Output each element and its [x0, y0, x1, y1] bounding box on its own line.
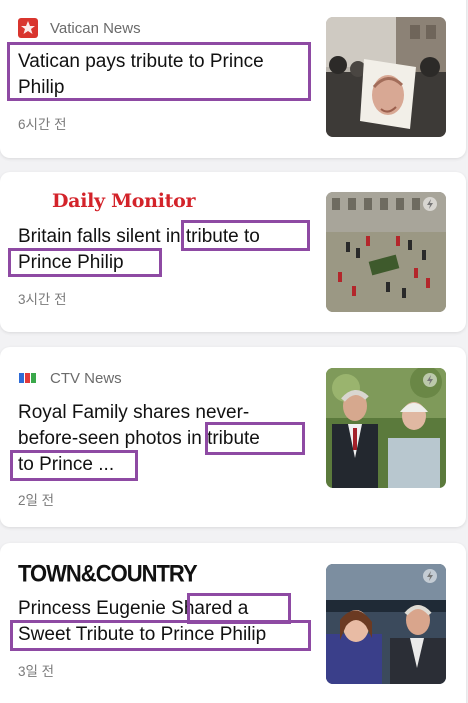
town-and-country-logo: TOWN&COUNTRY	[18, 559, 198, 587]
timestamp: 3시간 전	[18, 292, 67, 307]
vatican-news-icon	[18, 18, 38, 38]
headline-line: Prince Philip	[18, 252, 124, 273]
timestamp: 3일 전	[18, 664, 55, 679]
source-row: CTV News	[18, 368, 122, 388]
ctv-news-icon	[18, 368, 38, 388]
source-row: Daily Monitor	[52, 190, 196, 212]
news-card[interactable]: Daily Monitor Britain falls silent in tr…	[0, 172, 466, 332]
headline-line: Vatican pays tribute to Prince	[18, 51, 264, 72]
news-card[interactable]: TOWN&COUNTRY Princess Eugenie Shared a S…	[0, 543, 466, 703]
headline[interactable]: Princess Eugenie Shared a Sweet Tribute …	[18, 596, 314, 648]
source-name: CTV News	[50, 369, 122, 387]
headline-line: Princess Eugenie Shared a	[18, 598, 249, 619]
headline-line: to Prince ...	[18, 454, 115, 475]
source-row: TOWN&COUNTRY	[18, 560, 198, 587]
crowd-with-portrait-photo[interactable]	[326, 17, 446, 137]
headline-line: before-seen photos in tribute	[18, 428, 260, 449]
source-row: Vatican News	[18, 18, 141, 38]
timestamp: 2일 전	[18, 493, 55, 508]
headline-line: Royal Family shares never-	[18, 402, 250, 423]
funeral-procession-photo[interactable]	[326, 192, 446, 312]
headline-line: Sweet Tribute to Prince Philip	[18, 624, 267, 645]
news-feed: Vatican News Vatican pays tribute to Pri…	[0, 0, 468, 703]
headline[interactable]: Britain falls silent in tribute to Princ…	[18, 224, 314, 276]
royal-couple-photo[interactable]	[326, 368, 446, 488]
daily-monitor-logo: Daily Monitor	[52, 190, 196, 212]
headline-line: Philip	[18, 77, 65, 98]
timestamp: 6시간 전	[18, 117, 67, 132]
news-card[interactable]: CTV News Royal Family shares never- befo…	[0, 347, 466, 527]
headline-line: Britain falls silent in tribute to	[18, 226, 260, 247]
headline[interactable]: Royal Family shares never- before-seen p…	[18, 400, 314, 478]
source-name: Vatican News	[50, 19, 141, 37]
news-card[interactable]: Vatican News Vatican pays tribute to Pri…	[0, 0, 466, 158]
eugenie-and-philip-photo[interactable]	[326, 564, 446, 684]
headline[interactable]: Vatican pays tribute to Prince Philip	[18, 49, 314, 101]
